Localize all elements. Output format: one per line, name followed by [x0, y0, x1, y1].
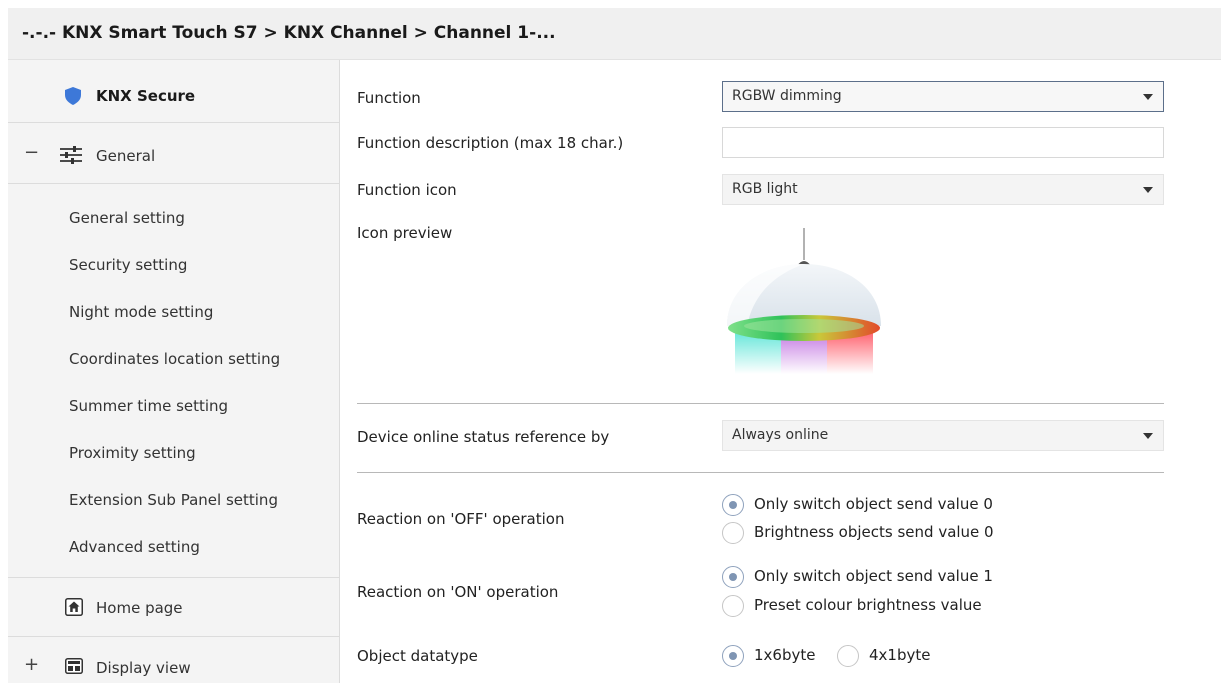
on-option-preset[interactable]: Preset colour brightness value	[722, 595, 1122, 619]
sidebar: KNX Secure − General General setting Sec…	[8, 60, 340, 683]
sidebar-item-label: KNX Secure	[96, 87, 196, 105]
off-option-switch[interactable]: Only switch object send value 0	[722, 494, 1122, 518]
off-option-brightness[interactable]: Brightness objects send value 0	[722, 522, 1122, 546]
icon-preview-label: Icon preview	[357, 224, 453, 242]
on-reaction-label: Reaction on 'ON' operation	[357, 583, 559, 601]
sidebar-item-coordinates-setting[interactable]: Coordinates location setting	[69, 350, 280, 368]
off-reaction-label: Reaction on 'OFF' operation	[357, 510, 565, 528]
radio-label: 1x6byte	[754, 646, 816, 664]
function-icon-label: Function icon	[357, 181, 457, 199]
sidebar-item-advanced-setting[interactable]: Advanced setting	[69, 538, 200, 556]
chevron-down-icon	[1143, 94, 1153, 100]
divider	[8, 183, 340, 184]
title-bar: -.-.- KNX Smart Touch S7 > KNX Channel >…	[8, 8, 1221, 60]
sidebar-item-label: Display view	[96, 659, 191, 677]
radio-label: Brightness objects send value 0	[754, 523, 994, 541]
sidebar-item-display-view[interactable]: + Display view	[8, 637, 340, 683]
expand-toggle[interactable]: +	[24, 656, 39, 674]
function-icon-value: RGB light	[732, 181, 798, 197]
breadcrumb: -.-.- KNX Smart Touch S7 > KNX Channel >…	[22, 23, 556, 43]
sidebar-item-proximity-setting[interactable]: Proximity setting	[69, 444, 196, 462]
sidebar-item-home-page[interactable]: Home page	[8, 578, 340, 636]
sidebar-item-night-mode-setting[interactable]: Night mode setting	[69, 303, 213, 321]
sliders-icon	[60, 146, 82, 168]
description-label: Function description (max 18 char.)	[357, 134, 624, 152]
radio-button[interactable]	[722, 566, 744, 588]
sidebar-item-general[interactable]: − General	[8, 123, 340, 183]
datatype-label: Object datatype	[357, 647, 478, 665]
sidebar-item-knx-secure[interactable]: KNX Secure	[8, 60, 340, 122]
radio-label: 4x1byte	[869, 646, 931, 664]
radio-label: Preset colour brightness value	[754, 596, 982, 614]
function-value: RGBW dimming	[732, 88, 842, 104]
description-input[interactable]	[722, 127, 1164, 158]
radio-label: Only switch object send value 1	[754, 567, 993, 585]
parameter-panel: Function RGBW dimming Function descripti…	[341, 60, 1221, 683]
function-label: Function	[357, 89, 421, 107]
datatype-option-1x6byte[interactable]: 1x6byte	[722, 645, 837, 669]
chevron-down-icon	[1143, 433, 1153, 439]
rgb-pendant-lamp-icon	[725, 226, 885, 376]
chevron-down-icon	[1143, 187, 1153, 193]
home-icon	[65, 598, 83, 620]
shield-icon	[65, 87, 81, 109]
sidebar-item-summer-time-setting[interactable]: Summer time setting	[69, 397, 228, 415]
radio-button[interactable]	[722, 494, 744, 516]
datatype-option-4x1byte[interactable]: 4x1byte	[837, 645, 957, 669]
radio-button[interactable]	[722, 645, 744, 667]
display-icon	[65, 658, 83, 678]
function-icon-dropdown[interactable]: RGB light	[722, 174, 1164, 205]
collapse-toggle[interactable]: −	[24, 144, 39, 162]
online-status-label: Device online status reference by	[357, 428, 610, 446]
sidebar-item-extension-sub-panel-setting[interactable]: Extension Sub Panel setting	[69, 491, 278, 509]
sidebar-item-general-setting[interactable]: General setting	[69, 209, 185, 227]
divider	[357, 403, 1164, 404]
sidebar-item-label: General	[96, 147, 156, 165]
function-dropdown[interactable]: RGBW dimming	[722, 81, 1164, 112]
online-status-dropdown[interactable]: Always online	[722, 420, 1164, 451]
radio-button[interactable]	[837, 645, 859, 667]
radio-button[interactable]	[722, 522, 744, 544]
sidebar-item-security-setting[interactable]: Security setting	[69, 256, 187, 274]
sidebar-item-label: Home page	[96, 599, 183, 617]
divider	[357, 472, 1164, 473]
on-option-switch[interactable]: Only switch object send value 1	[722, 566, 1122, 590]
radio-label: Only switch object send value 0	[754, 495, 993, 513]
radio-button[interactable]	[722, 595, 744, 617]
online-status-value: Always online	[732, 427, 829, 443]
